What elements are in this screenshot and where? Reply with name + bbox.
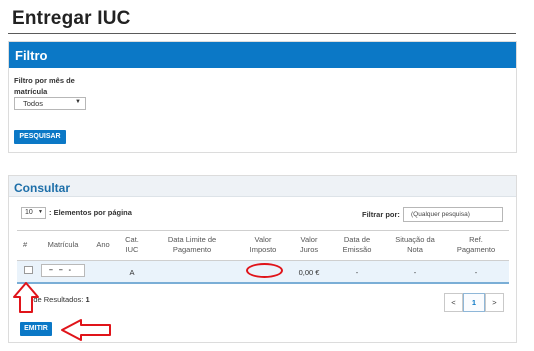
month-filter-select[interactable]: Todos ▼	[14, 97, 86, 110]
chevron-down-icon: ▼	[75, 99, 81, 105]
filter-search-input[interactable]: (Qualquer pesquisa)	[403, 207, 503, 222]
filter-panel-heading: Filtro	[9, 42, 516, 68]
column-header-valor-juros[interactable]: Valor Juros	[294, 235, 324, 255]
column-header-data-limite[interactable]: Data Limite de Pagamento	[156, 235, 228, 255]
page-size-label: : Elementos por página	[49, 208, 132, 217]
page-size-value: 10	[25, 209, 33, 216]
matricula-field[interactable]: – – -	[41, 264, 85, 277]
filter-by-label: Filtrar por:	[362, 210, 400, 219]
column-header-matricula[interactable]: Matrícula	[42, 240, 84, 250]
page-title: Entregar IUC	[12, 8, 131, 29]
column-header-data-emissao[interactable]: Data de Emissão	[336, 235, 378, 255]
results-value: 1	[85, 295, 90, 304]
highlight-ellipse	[246, 263, 283, 278]
month-filter-label: Filtro por mês de matrícula	[14, 76, 75, 96]
results-label: N.º de Resultados:	[21, 295, 84, 304]
column-header-situacao[interactable]: Situação da Nota	[389, 235, 441, 255]
pagination-page-1[interactable]: 1	[463, 293, 485, 312]
title-divider	[8, 33, 516, 34]
cell-valor-juros: 0,00 €	[298, 268, 320, 277]
cell-cat-iuc: A	[129, 268, 135, 277]
column-header-cat-iuc[interactable]: Cat. IUC	[122, 235, 142, 255]
emit-button[interactable]: EMITIR	[20, 322, 52, 336]
column-header-number[interactable]: #	[23, 240, 27, 250]
filter-panel: Filtro Filtro por mês de matrícula Todos…	[8, 41, 517, 153]
column-header-ano[interactable]: Ano	[93, 240, 113, 250]
pagination-prev-button[interactable]: <	[444, 293, 463, 312]
search-button[interactable]: PESQUISAR	[14, 130, 66, 144]
month-filter-value: Todos	[23, 99, 44, 108]
results-panel: Consultar 10 ▼ : Elementos por página Fi…	[8, 175, 517, 343]
column-header-valor-imposto[interactable]: Valor Imposto	[242, 235, 284, 255]
page-size-select[interactable]: 10 ▼	[21, 207, 46, 219]
row-select-checkbox[interactable]	[24, 266, 33, 274]
cell-ref-pagamento: -	[474, 268, 478, 277]
pagination-next-button[interactable]: >	[485, 293, 504, 312]
cell-situacao: -	[413, 268, 417, 277]
cell-data-emissao: -	[355, 268, 359, 277]
results-panel-heading: Consultar	[9, 176, 516, 197]
chevron-down-icon: ▼	[38, 209, 43, 215]
results-count: N.º de Resultados: 1	[21, 295, 90, 304]
column-header-ref-pagamento[interactable]: Ref. Pagamento	[451, 235, 501, 255]
table-top-border	[17, 230, 509, 231]
